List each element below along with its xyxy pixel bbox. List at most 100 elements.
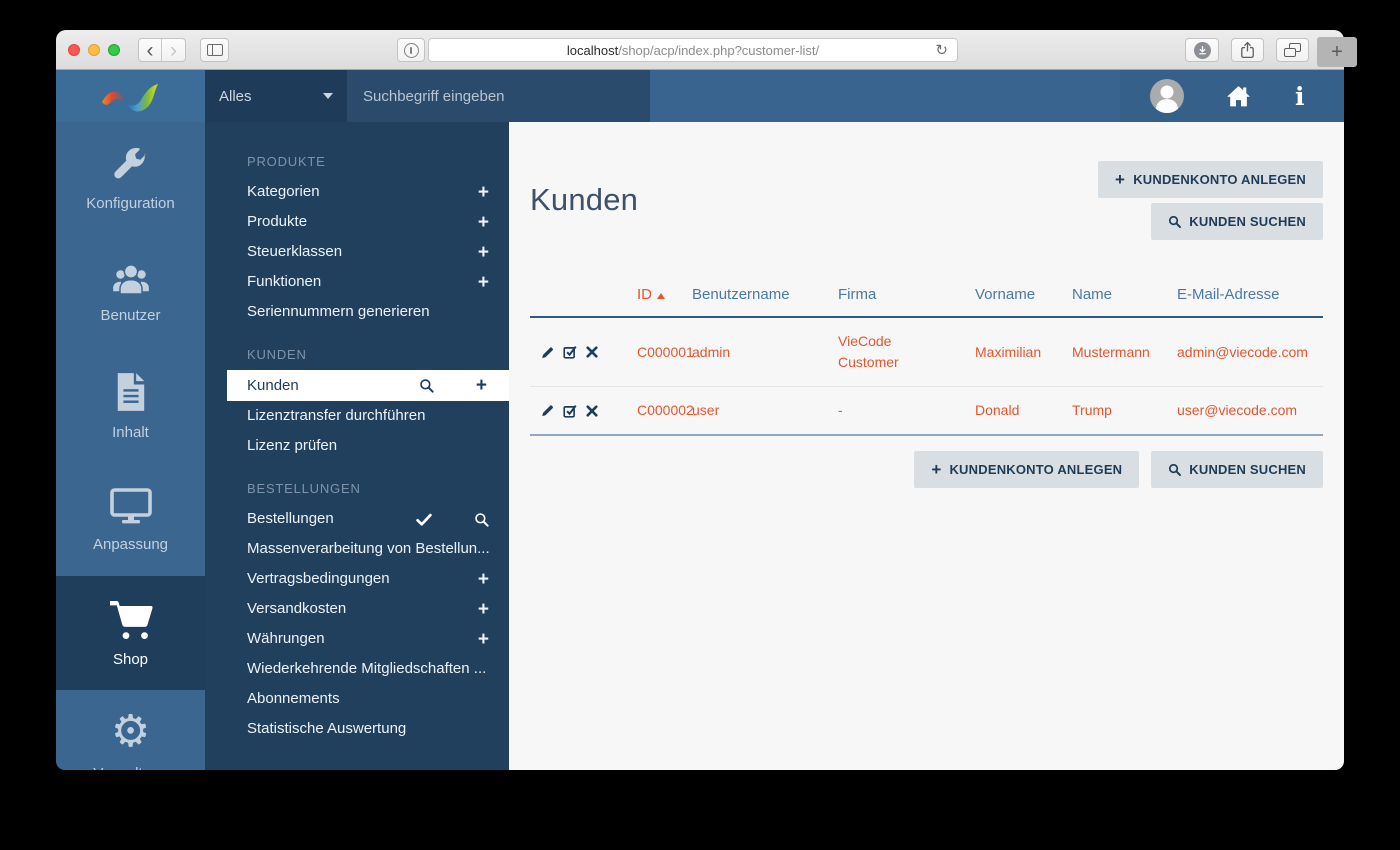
add-icon[interactable]: +	[478, 600, 489, 619]
search-customers-button-bottom[interactable]: KUNDEN SUCHEN	[1151, 451, 1323, 488]
wrench-icon	[113, 147, 147, 179]
add-icon[interactable]: +	[476, 376, 487, 395]
column-header-benutzername[interactable]: Benutzername	[692, 286, 838, 303]
customer-email-link[interactable]: admin@viecode.com	[1177, 342, 1323, 363]
create-customer-button-bottom[interactable]: + KUNDENKONTO ANLEGEN	[914, 451, 1140, 488]
search-scope-dropdown[interactable]: Alles	[205, 70, 347, 122]
sidebar-item-anpassung[interactable]: Anpassung	[56, 463, 205, 577]
menu-item-kategorien[interactable]: Kategorien +	[205, 177, 509, 207]
search-icon[interactable]	[419, 378, 434, 393]
customer-id-link[interactable]: C000001	[637, 342, 694, 363]
sidebar-item-benutzer[interactable]: Benutzer	[56, 236, 205, 350]
edit-pencil-icon[interactable]	[541, 346, 554, 359]
menu-item-label: Währungen	[247, 630, 325, 647]
sidebar-item-verwaltung[interactable]: ⚙ Verwaltung	[56, 690, 205, 770]
column-header-firma[interactable]: Firma	[838, 286, 975, 303]
search-icon[interactable]	[474, 512, 489, 527]
menu-item-seriennummern[interactable]: Seriennummern generieren	[205, 297, 509, 327]
share-button[interactable]	[1231, 38, 1264, 62]
customer-company: -	[838, 402, 843, 418]
menu-item-label: Lizenz prüfen	[247, 437, 338, 454]
minimize-window-button[interactable]	[88, 44, 100, 56]
acp-topbar: Alles i	[56, 70, 1344, 122]
customer-table: ID Benutzername Firma Vorname Name E-Mai…	[530, 286, 1323, 436]
app-body: Konfiguration Benutzer Inhalt Anpassung …	[56, 122, 1344, 770]
logo-link[interactable]	[56, 70, 205, 122]
edit-pencil-icon[interactable]	[541, 404, 554, 417]
search-input[interactable]	[347, 87, 650, 105]
button-label: KUNDEN SUCHEN	[1189, 462, 1306, 477]
menu-item-lizenz-pruefen[interactable]: Lizenz prüfen	[205, 431, 509, 461]
menu-item-label: Kunden	[247, 377, 299, 394]
sidebar-toggle-button[interactable]	[200, 38, 229, 62]
menu-item-lizenztransfer[interactable]: Lizenztransfer durchführen	[205, 401, 509, 431]
menu-item-kunden[interactable]: Kunden +	[227, 370, 509, 401]
search-customers-button[interactable]: KUNDEN SUCHEN	[1151, 203, 1323, 240]
forward-button[interactable]: ›	[162, 39, 185, 61]
menu-item-produkte[interactable]: Produkte +	[205, 207, 509, 237]
column-header-name[interactable]: Name	[1072, 286, 1177, 303]
customer-lastname: Trump	[1072, 402, 1112, 418]
column-header-vorname[interactable]: Vorname	[975, 286, 1072, 303]
sidebar-item-label: Shop	[112, 650, 149, 668]
menu-item-abonnements[interactable]: Abonnements	[205, 684, 509, 714]
file-icon	[117, 372, 144, 411]
customer-username-link[interactable]: admin	[692, 342, 838, 363]
url-path: /shop/acp/index.php?customer-list/	[618, 42, 820, 58]
reload-icon[interactable]: ↻	[935, 41, 948, 59]
customer-lastname: Mustermann	[1072, 343, 1150, 360]
customer-id-link[interactable]: C000002	[637, 400, 694, 421]
add-icon[interactable]: +	[478, 213, 489, 232]
menu-item-statistik[interactable]: Statistische Auswertung	[205, 714, 509, 744]
menu-item-label: Statistische Auswertung	[247, 720, 407, 737]
menu-item-wiederkehrende[interactable]: Wiederkehrende Mitgliedschaften ...	[205, 654, 509, 684]
add-icon[interactable]: +	[478, 243, 489, 262]
share-icon	[1241, 41, 1254, 59]
zoom-window-button[interactable]	[108, 44, 120, 56]
column-header-email[interactable]: E-Mail-Adresse	[1177, 286, 1323, 303]
password-extension-button[interactable]	[397, 38, 425, 62]
sidebar-item-label: Benutzer	[100, 307, 161, 325]
show-all-tabs-button[interactable]	[1276, 38, 1309, 62]
info-icon[interactable]: i	[1295, 84, 1305, 109]
table-row: C000002 user - Donald Trump user@viecode…	[530, 386, 1323, 434]
bottom-action-bar: + KUNDENKONTO ANLEGEN KUNDEN SUCHEN	[530, 451, 1323, 488]
home-icon[interactable]	[1226, 85, 1251, 108]
menu-item-massenverarbeitung[interactable]: Massenverarbeitung von Bestellun...	[205, 534, 509, 564]
add-icon[interactable]: +	[478, 273, 489, 292]
sidebar-item-inhalt[interactable]: Inhalt	[56, 349, 205, 463]
menu-item-steuerklassen[interactable]: Steuerklassen +	[205, 237, 509, 267]
menu-item-vertragsbedingungen[interactable]: Vertragsbedingungen +	[205, 564, 509, 594]
avatar[interactable]	[1150, 79, 1184, 113]
menu-item-label: Seriennummern generieren	[247, 303, 430, 320]
add-icon[interactable]: +	[478, 630, 489, 649]
menu-item-versandkosten[interactable]: Versandkosten +	[205, 594, 509, 624]
sidebar-item-shop[interactable]: Shop	[56, 576, 205, 690]
downloads-button[interactable]	[1185, 38, 1219, 62]
enable-checkbox-icon[interactable]	[563, 404, 577, 418]
menu-item-waehrungen[interactable]: Währungen +	[205, 624, 509, 654]
add-icon[interactable]: +	[478, 183, 489, 202]
check-icon[interactable]	[416, 513, 432, 526]
create-customer-button[interactable]: + KUNDENKONTO ANLEGEN	[1098, 161, 1323, 198]
customer-email-link[interactable]: user@viecode.com	[1177, 400, 1323, 421]
delete-x-icon[interactable]	[586, 346, 598, 358]
global-search	[347, 70, 650, 122]
delete-x-icon[interactable]	[586, 404, 598, 417]
tabs-icon	[1284, 43, 1301, 57]
customer-username-link[interactable]: user	[692, 400, 838, 421]
menu-item-bestellungen[interactable]: Bestellungen	[205, 504, 509, 534]
back-button[interactable]: ‹	[139, 39, 162, 61]
address-bar[interactable]: localhost/shop/acp/index.php?customer-li…	[428, 38, 958, 62]
column-header-id[interactable]: ID	[637, 286, 692, 303]
new-tab-button[interactable]: +	[1317, 37, 1357, 67]
content-area: Kunden + KUNDENKONTO ANLEGEN KUNDEN SUCH…	[509, 122, 1344, 770]
menu-item-funktionen[interactable]: Funktionen +	[205, 267, 509, 297]
plus-icon: +	[1115, 170, 1126, 189]
sidebar-item-konfiguration[interactable]: Konfiguration	[56, 122, 205, 236]
menu-item-label: Massenverarbeitung von Bestellun...	[247, 540, 490, 557]
enable-checkbox-icon[interactable]	[563, 345, 577, 359]
close-window-button[interactable]	[68, 44, 80, 56]
add-icon[interactable]: +	[478, 570, 489, 589]
password-extension-icon	[403, 42, 419, 58]
